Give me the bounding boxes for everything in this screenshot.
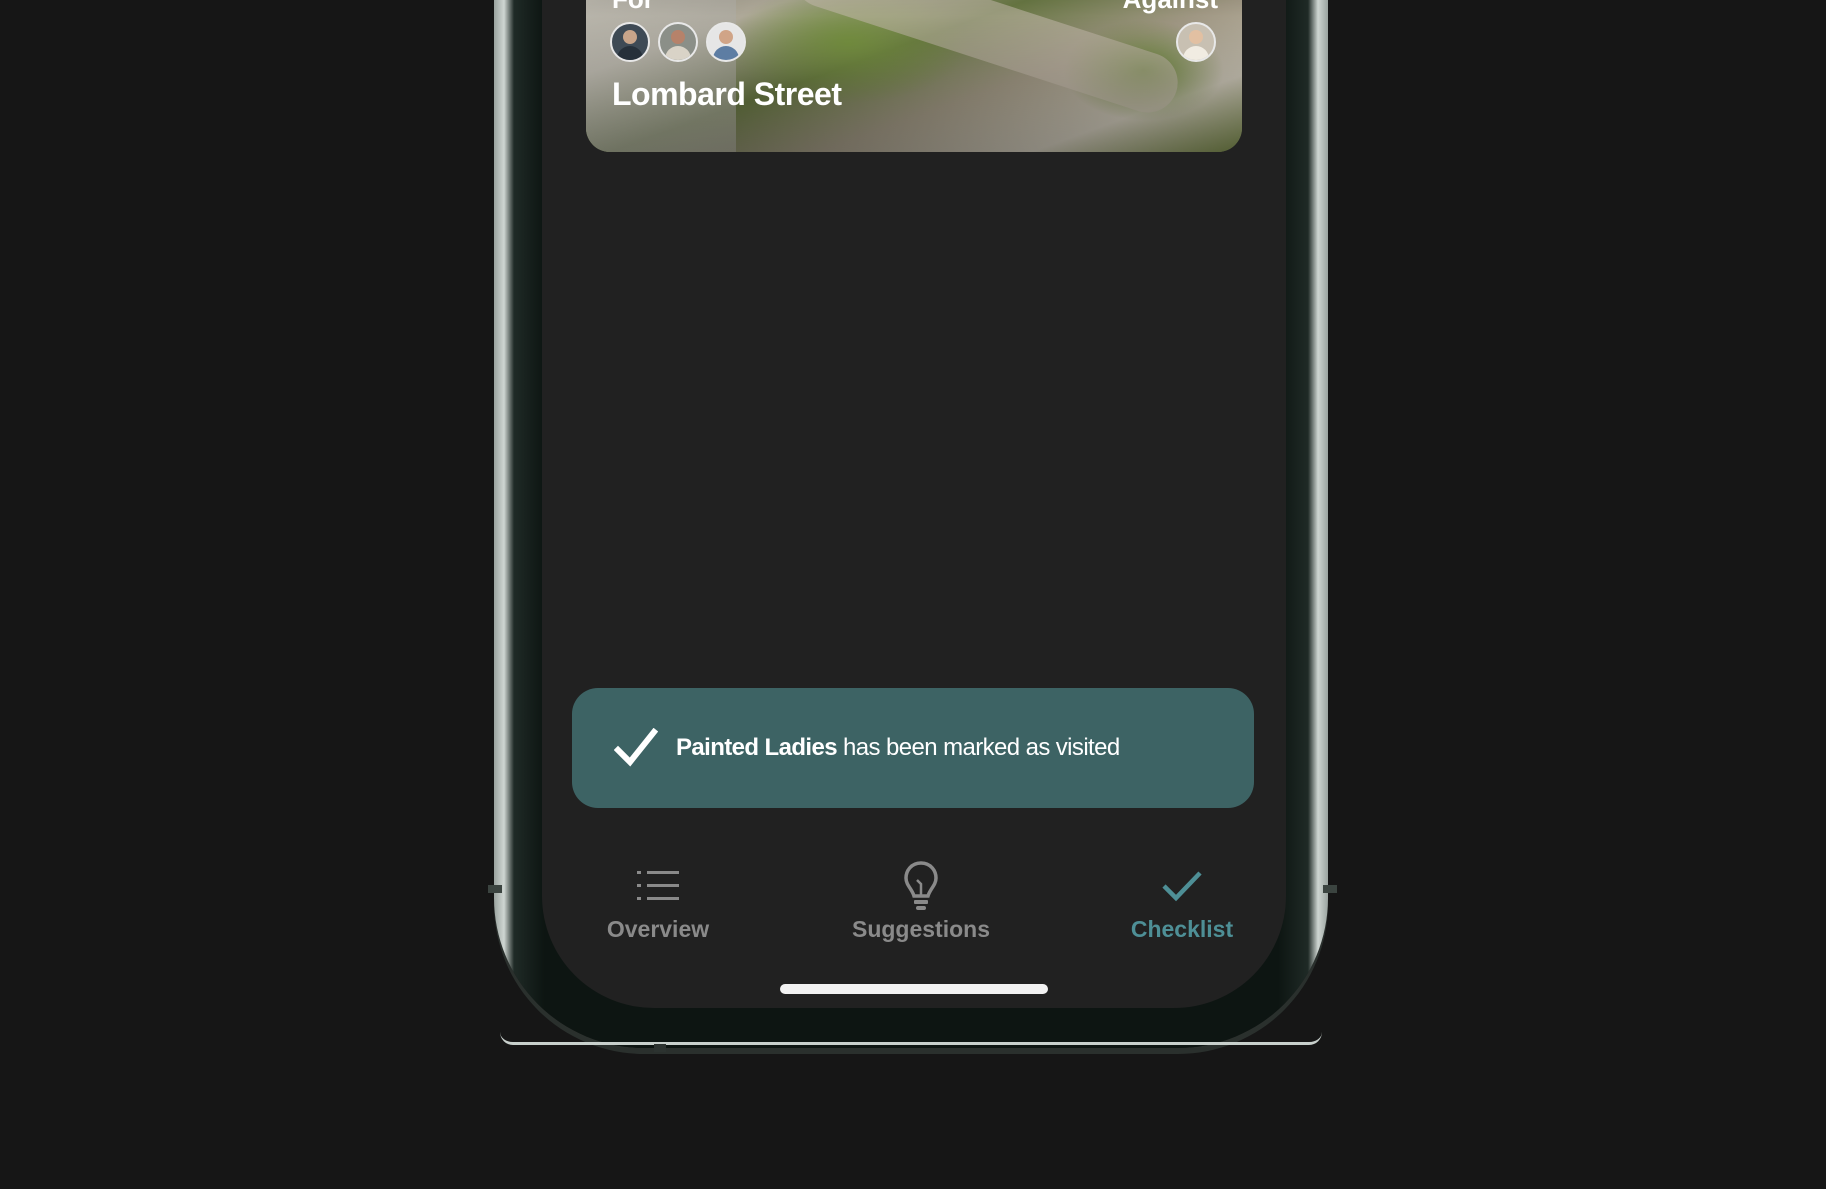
avatar[interactable] <box>706 22 746 62</box>
tab-suggestions[interactable]: Suggestions <box>821 860 1021 960</box>
toast-place-name: Painted Ladies <box>676 734 838 761</box>
phone-screen: For Against Lombard Street Painted Ladie… <box>542 0 1286 1008</box>
toast-status-text: has been marked as visited <box>836 734 1120 761</box>
tab-checklist[interactable]: Checklist <box>1082 860 1282 960</box>
avatar[interactable] <box>658 22 698 62</box>
tab-overview-label: Overview <box>606 916 710 942</box>
tab-overview[interactable]: Overview <box>558 860 758 960</box>
place-title: Lombard Street <box>612 76 842 112</box>
home-indicator[interactable] <box>780 984 1048 994</box>
toast-message: Painted Ladies has been marked as visite… <box>676 734 1120 762</box>
list-icon <box>637 871 679 900</box>
stage: For Against Lombard Street Painted Ladie… <box>0 0 1826 1189</box>
checkmark-icon <box>1162 871 1202 902</box>
avatar[interactable] <box>610 22 650 62</box>
checkmark-icon <box>614 728 658 767</box>
side-button-left <box>488 885 502 893</box>
against-avatar[interactable] <box>1176 22 1216 62</box>
for-avatars <box>610 22 746 62</box>
side-button-right <box>1323 885 1337 893</box>
tab-suggestions-label: Suggestions <box>851 916 990 942</box>
tab-checklist-label: Checklist <box>1130 916 1234 942</box>
visited-toast[interactable]: Painted Ladies has been marked as visite… <box>572 688 1254 808</box>
bottom-port <box>654 1044 666 1052</box>
place-card[interactable]: For Against Lombard Street <box>586 0 1242 152</box>
tab-bar: Overview Suggestions Checklist <box>542 860 1286 960</box>
lightbulb-icon <box>904 861 938 910</box>
against-label: Against <box>1123 0 1218 15</box>
for-label: For <box>612 0 654 15</box>
